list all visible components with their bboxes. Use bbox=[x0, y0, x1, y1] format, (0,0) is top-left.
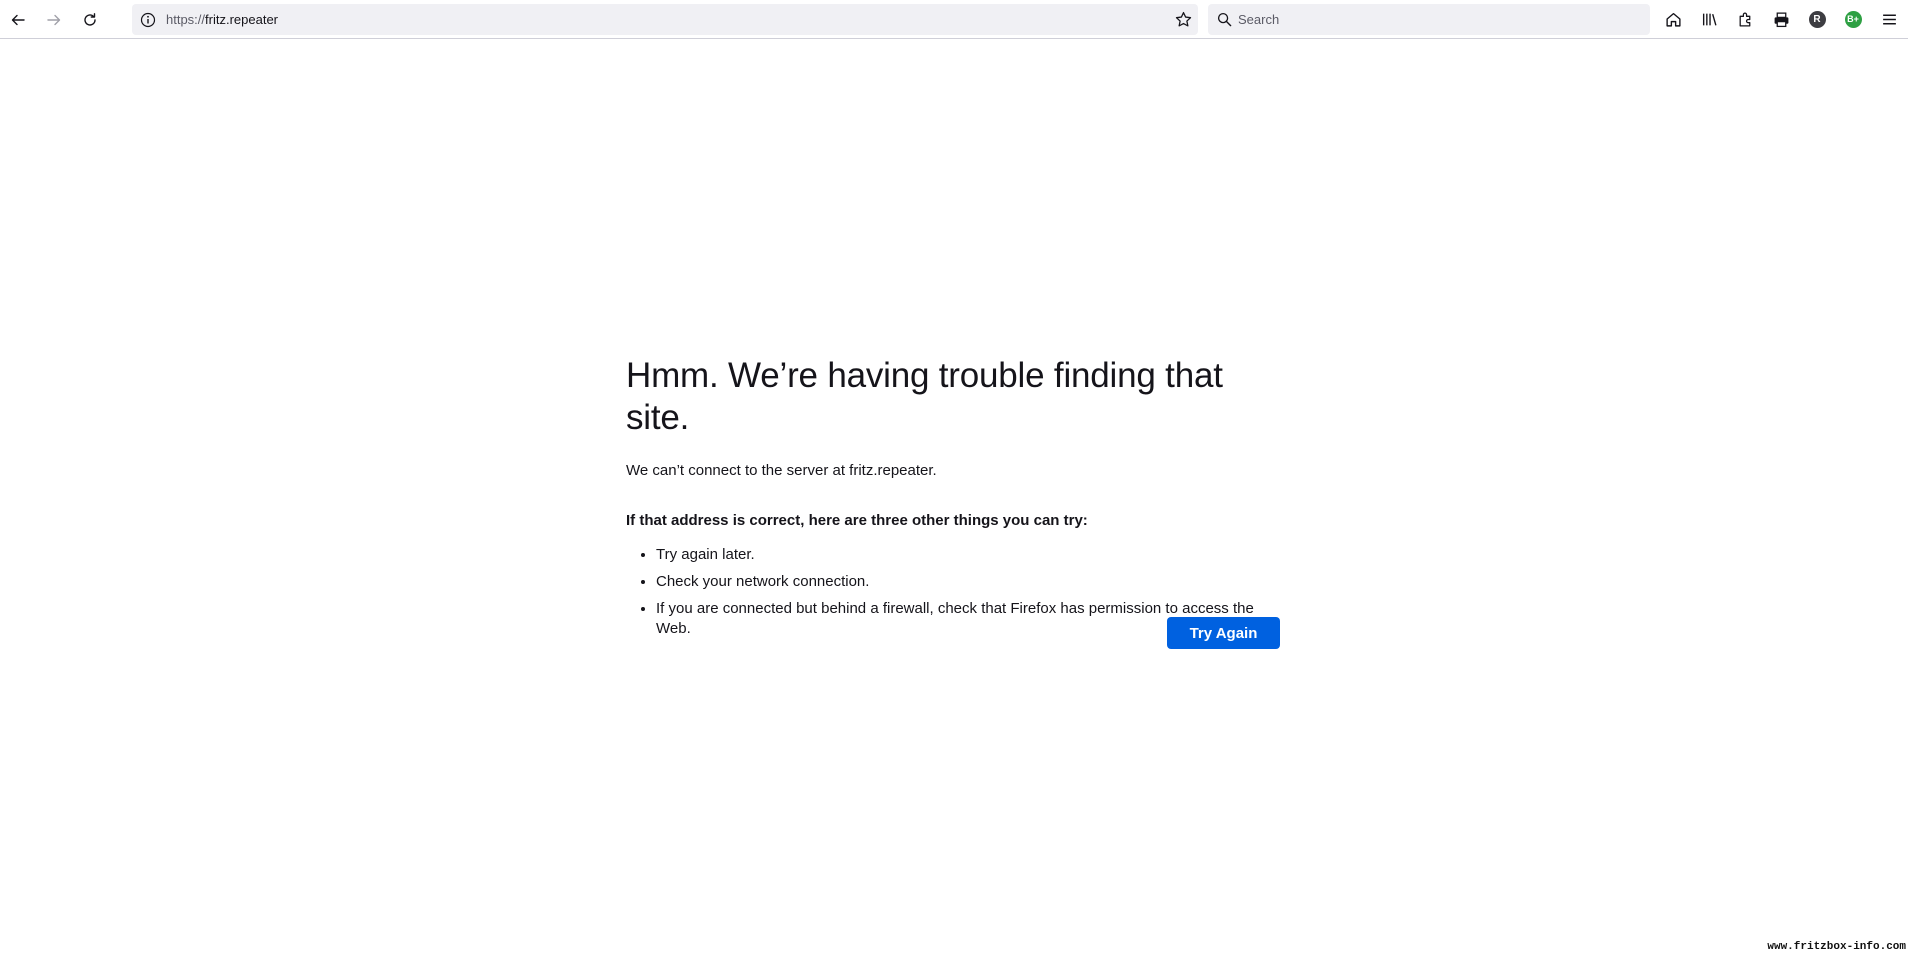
error-container: Hmm. We’re having trouble finding that s… bbox=[626, 355, 1286, 649]
print-button[interactable] bbox=[1770, 8, 1792, 30]
back-button[interactable] bbox=[4, 6, 32, 34]
browser-toolbar: https://fritz.repeater R B+ bbox=[0, 0, 1908, 39]
avatar: B+ bbox=[1844, 10, 1862, 28]
list-item: Check your network connection. bbox=[656, 572, 1286, 592]
reload-button[interactable] bbox=[76, 6, 104, 34]
avatar: R bbox=[1808, 10, 1826, 28]
address-bar[interactable]: https://fritz.repeater bbox=[132, 4, 1198, 35]
url-scheme: https:// bbox=[166, 12, 206, 27]
bookmark-star-icon[interactable] bbox=[1175, 11, 1192, 28]
hamburger-menu-icon bbox=[1882, 14, 1896, 24]
library-icon bbox=[1702, 13, 1717, 26]
account-avatar-r[interactable]: R bbox=[1806, 8, 1828, 30]
advice-heading: If that address is correct, here are thr… bbox=[626, 512, 1088, 529]
menu-button[interactable] bbox=[1878, 8, 1900, 30]
forward-button[interactable] bbox=[40, 6, 68, 34]
error-description: We can’t connect to the server at fritz.… bbox=[626, 462, 937, 479]
reload-icon bbox=[84, 13, 96, 26]
list-item: Try again later. bbox=[656, 545, 1286, 565]
url-text[interactable]: https://fritz.repeater bbox=[166, 12, 278, 27]
search-input[interactable] bbox=[1238, 7, 1638, 32]
printer-icon bbox=[1774, 11, 1788, 27]
page-title: Hmm. We’re having trouble finding that s… bbox=[626, 356, 1223, 437]
watermark: www.fritzbox-info.com bbox=[1767, 941, 1906, 953]
home-button[interactable] bbox=[1662, 8, 1684, 30]
arrow-left-icon bbox=[11, 14, 25, 26]
account-avatar-b[interactable]: B+ bbox=[1842, 8, 1864, 30]
search-icon bbox=[1217, 12, 1232, 27]
try-again-button[interactable]: Try Again bbox=[1167, 617, 1280, 649]
url-host: fritz.repeater bbox=[205, 12, 279, 27]
search-bar[interactable] bbox=[1208, 4, 1650, 35]
home-icon bbox=[1665, 12, 1681, 27]
info-icon[interactable] bbox=[140, 12, 156, 28]
arrow-right-icon bbox=[47, 14, 61, 26]
extensions-button[interactable] bbox=[1734, 8, 1756, 30]
library-button[interactable] bbox=[1698, 8, 1720, 30]
puzzle-icon bbox=[1739, 12, 1750, 27]
